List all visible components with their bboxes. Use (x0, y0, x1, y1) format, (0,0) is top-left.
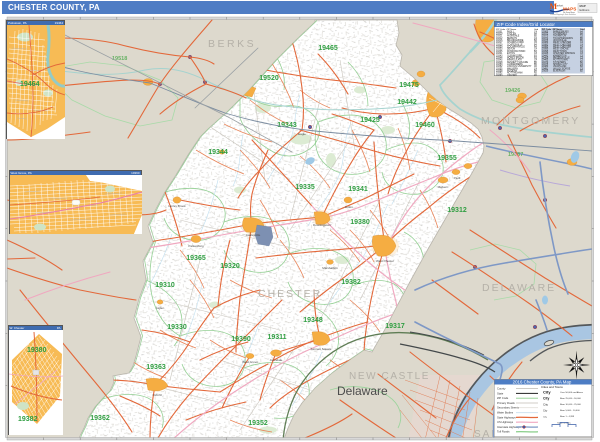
svg-text:19520: 19520 (259, 75, 279, 82)
svg-text:Oxford: Oxford (152, 393, 161, 397)
svg-text:MAPS: MAPS (563, 7, 576, 12)
svg-text:19362: 19362 (90, 415, 110, 422)
svg-text:NEW CASTLE: NEW CASTLE (349, 371, 430, 382)
svg-text:19312: 19312 (447, 207, 467, 214)
svg-text:Eagle: Eagle (298, 132, 306, 136)
svg-text:DELAWARE: DELAWARE (482, 282, 556, 294)
svg-text:19382: 19382 (341, 279, 361, 286)
svg-text:19311: 19311 (267, 334, 286, 341)
svg-text:19475: 19475 (399, 82, 419, 89)
svg-text:City: City (543, 402, 549, 406)
svg-text:Btwn 10,000 - 25,000: Btwn 10,000 - 25,000 (560, 403, 582, 406)
svg-text:19363: 19363 (146, 364, 166, 371)
svg-text:19426: 19426 (505, 88, 520, 94)
svg-text:19344: 19344 (208, 149, 228, 156)
svg-text:US Highways: US Highways (497, 420, 514, 424)
svg-text:CHESTER: CHESTER (258, 288, 322, 300)
svg-text:City: City (543, 396, 550, 400)
svg-text:State: State (497, 391, 504, 395)
svg-text:Atglen: Atglen (156, 306, 165, 310)
svg-text:Cities and Towns: Cities and Towns (541, 385, 563, 389)
svg-text:Editions: Editions (580, 8, 591, 12)
svg-text:Coatesville: Coatesville (246, 233, 261, 237)
svg-text:19087: 19087 (508, 152, 523, 158)
svg-text:19352: 19352 (248, 420, 268, 427)
svg-text:City: City (543, 409, 548, 412)
svg-text:19341: 19341 (348, 186, 368, 193)
svg-text:West Chester: West Chester (376, 259, 394, 263)
svg-text:19348: 19348 (303, 317, 323, 324)
svg-text:19460: 19460 (415, 122, 435, 129)
svg-text:19390: 19390 (231, 336, 251, 343)
svg-text:19365: 19365 (186, 255, 206, 262)
svg-text:19465: 19465 (318, 45, 338, 52)
svg-text:West Grove: West Grove (242, 360, 258, 364)
svg-text:19380: 19380 (27, 347, 47, 354)
svg-text:19310: 19310 (155, 282, 175, 289)
svg-text:Custom Mapping & Data Solution: Custom Mapping & Data Solutions (550, 13, 576, 16)
svg-text:Malvern: Malvern (438, 185, 449, 189)
svg-text:19518: 19518 (112, 56, 127, 62)
svg-text:MONTGOMERY: MONTGOMERY (481, 115, 580, 127)
svg-text:19382: 19382 (18, 416, 38, 423)
svg-text:19464: 19464 (20, 81, 40, 88)
svg-text:19330: 19330 (167, 324, 187, 331)
svg-text:Primary Roads: Primary Roads (497, 400, 515, 404)
svg-text:Honey Brook: Honey Brook (168, 204, 186, 208)
svg-text:Marshallton: Marshallton (322, 266, 338, 270)
svg-text:Downingtown: Downingtown (313, 223, 331, 227)
svg-text:Exton: Exton (345, 205, 353, 209)
svg-text:19380: 19380 (350, 219, 370, 226)
svg-text:Delaware: Delaware (337, 384, 388, 398)
svg-text:City: City (543, 389, 551, 394)
svg-text:Btwn 5,000 - 10,000: Btwn 5,000 - 10,000 (560, 409, 580, 412)
svg-text:Kennett Square: Kennett Square (311, 347, 332, 351)
svg-text:19317: 19317 (385, 323, 405, 330)
svg-text:County: County (497, 386, 506, 390)
svg-text:Over 50,000 and Above: Over 50,000 and Above (560, 391, 584, 394)
svg-text:Water Bodies: Water Bodies (497, 410, 514, 414)
svg-text:19355: 19355 (437, 155, 457, 162)
svg-text:ZIP Code: ZIP Code (497, 396, 509, 400)
svg-text:19335: 19335 (295, 184, 315, 191)
svg-text:Paoli: Paoli (454, 176, 461, 180)
svg-text:State Highways: State Highways (497, 415, 516, 419)
svg-text:Avondale: Avondale (270, 358, 283, 362)
svg-text:ZIP Code Index/Grid Locator: ZIP Code Index/Grid Locator (496, 21, 555, 26)
svg-text:Parkesburg: Parkesburg (188, 244, 204, 248)
svg-text:19425: 19425 (360, 117, 380, 124)
svg-text:Btwn 1 - 4,999: Btwn 1 - 4,999 (560, 415, 575, 418)
svg-text:19320: 19320 (220, 263, 240, 270)
svg-text:Btwn 25,000 - 50,000: Btwn 25,000 - 50,000 (560, 397, 582, 400)
svg-text:BERKS: BERKS (208, 38, 256, 50)
svg-text:Toll Roads: Toll Roads (497, 429, 510, 433)
